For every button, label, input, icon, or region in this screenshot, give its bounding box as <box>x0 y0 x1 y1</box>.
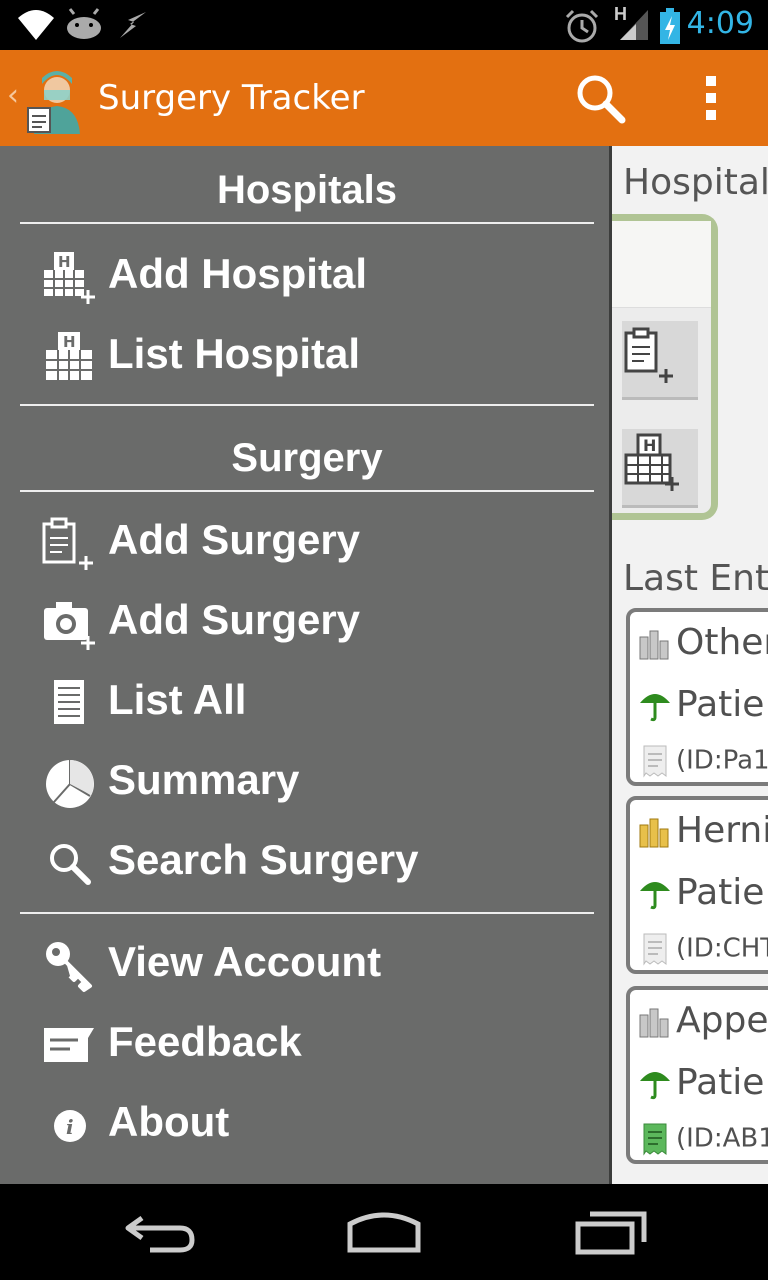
add-surgery-clipboard-icon <box>42 517 93 570</box>
svg-text:H: H <box>58 253 71 271</box>
drawer-item-label: List Hospital <box>108 330 361 377</box>
svg-text:H: H <box>643 436 656 455</box>
app-title: Surgery Tracker <box>98 78 365 118</box>
entry-id-row: (ID:CHT <box>638 932 768 966</box>
home-icon[interactable] <box>344 1206 424 1258</box>
quick-actions-panel: H <box>612 214 718 520</box>
key-icon <box>46 942 92 992</box>
drawer-item-label: Add Hospital <box>108 250 367 297</box>
drawer-item-label: Summary <box>108 756 300 803</box>
divider <box>20 490 594 492</box>
drawer-item-label: Feedback <box>108 1018 302 1065</box>
entry-card[interactable]: Appe Patie (ID:AB1 <box>626 986 768 1164</box>
entry-patient: Patie <box>676 872 765 913</box>
drawer-item-label: List All <box>108 676 247 723</box>
gold-coins-icon <box>639 818 669 848</box>
divider <box>20 912 594 914</box>
entry-id: (ID:CHT <box>676 933 768 964</box>
add-surgery-clipboard-icon <box>624 327 673 383</box>
search-icon <box>50 844 91 885</box>
drawer-item-label: About <box>108 1098 230 1145</box>
android-debug-icon <box>67 8 101 39</box>
drawer-item-list-all[interactable]: List All <box>20 668 594 740</box>
drawer-item-label: Search Surgery <box>108 836 419 883</box>
add-hospital-icon: H <box>44 252 95 304</box>
navigation-drawer[interactable]: Hospitals H Add Hospital H List Hospital… <box>0 146 612 1184</box>
svg-text:i: i <box>66 1115 74 1139</box>
signal-icon <box>620 10 648 40</box>
drawer-item-label: Add Surgery <box>108 596 361 643</box>
hospital-heading: Hospital <box>623 162 768 203</box>
entry-title: Herni <box>676 810 768 851</box>
info-icon: i <box>54 1110 86 1142</box>
drawer-item-feedback[interactable]: Feedback <box>20 1010 594 1082</box>
section-title-surgery: Surgery <box>231 436 383 480</box>
receipt-grey-icon <box>643 745 667 778</box>
search-icon[interactable] <box>574 72 626 124</box>
action-bar: ‹ Surgery Tracker <box>0 50 768 146</box>
section-title-hospitals: Hospitals <box>216 168 398 212</box>
feedback-icon <box>44 1028 94 1062</box>
umbrella-icon <box>640 882 670 910</box>
entry-id-row: (ID:Pa1 <box>638 744 768 778</box>
drawer-item-add-surgery[interactable]: Add Surgery <box>20 508 594 580</box>
divider <box>20 222 594 224</box>
entry-patient: Patie <box>676 684 765 725</box>
list-icon <box>54 680 84 724</box>
up-caret-icon[interactable]: ‹ <box>7 78 19 113</box>
battery-charging-icon <box>660 8 680 44</box>
drawer-item-list-hospital[interactable]: H List Hospital <box>20 322 594 394</box>
add-surgery-camera-icon <box>44 602 95 650</box>
drawer-item-add-surgery-photo[interactable]: Add Surgery <box>20 588 594 660</box>
divider <box>20 404 594 406</box>
navigation-bar <box>0 1184 768 1280</box>
silver-coins-icon <box>639 630 669 660</box>
umbrella-icon <box>640 1072 670 1100</box>
drawer-item-search-surgery[interactable]: Search Surgery <box>20 828 594 900</box>
entry-title: Appe <box>676 1000 768 1041</box>
drawer-item-about[interactable]: i About <box>20 1090 594 1162</box>
entry-title: Other <box>676 622 768 663</box>
last-entries-heading: Last Ent <box>623 558 768 599</box>
entry-patient: Patie <box>676 1062 765 1103</box>
entry-patient-row: Patie <box>638 1062 764 1103</box>
quick-add-hospital-button[interactable]: H <box>622 429 698 508</box>
entry-id-row: (ID:AB1 <box>638 1122 768 1156</box>
drawer-item-label: View Account <box>108 938 382 985</box>
panel-header <box>612 221 711 308</box>
entry-id: (ID:AB1 <box>676 1123 768 1154</box>
list-hospital-icon: H <box>46 332 92 380</box>
usb-icon <box>120 12 146 38</box>
entry-id: (ID:Pa1 <box>676 745 768 776</box>
entry-title-row: Herni <box>638 810 768 851</box>
drawer-item-add-hospital[interactable]: H Add Hospital <box>20 242 594 314</box>
drawer-item-view-account[interactable]: View Account <box>20 930 594 1002</box>
entry-card[interactable]: Herni Patie (ID:CHT <box>626 796 768 974</box>
entry-patient-row: Patie <box>638 684 764 725</box>
status-bar: H 4:09 <box>0 0 768 50</box>
drawer-item-label: Add Surgery <box>108 516 361 563</box>
add-hospital-icon: H <box>624 433 679 491</box>
svg-text:H: H <box>63 333 76 351</box>
quick-add-surgery-button[interactable] <box>622 321 698 400</box>
pie-chart-icon <box>46 760 94 808</box>
alarm-icon <box>565 9 599 43</box>
wifi-icon <box>18 10 54 40</box>
back-icon[interactable] <box>120 1206 200 1258</box>
entry-card[interactable]: Other Patie (ID:Pa1 <box>626 608 768 786</box>
main-content: Hospital H Last Ent Other Patie (ID:Pa1 … <box>612 146 768 1184</box>
entry-patient-row: Patie <box>638 872 764 913</box>
entry-title-row: Other <box>638 622 768 663</box>
entry-title-row: Appe <box>638 1000 768 1041</box>
receipt-grey-icon <box>643 933 667 966</box>
receipt-green-icon <box>643 1123 667 1156</box>
recent-apps-icon[interactable] <box>572 1206 652 1258</box>
app-logo-icon[interactable] <box>24 64 90 134</box>
overflow-menu-icon[interactable] <box>690 72 734 124</box>
silver-coins-icon <box>639 1008 669 1038</box>
drawer-item-summary[interactable]: Summary <box>20 748 594 820</box>
umbrella-icon <box>640 694 670 722</box>
status-clock: 4:09 <box>686 6 754 41</box>
